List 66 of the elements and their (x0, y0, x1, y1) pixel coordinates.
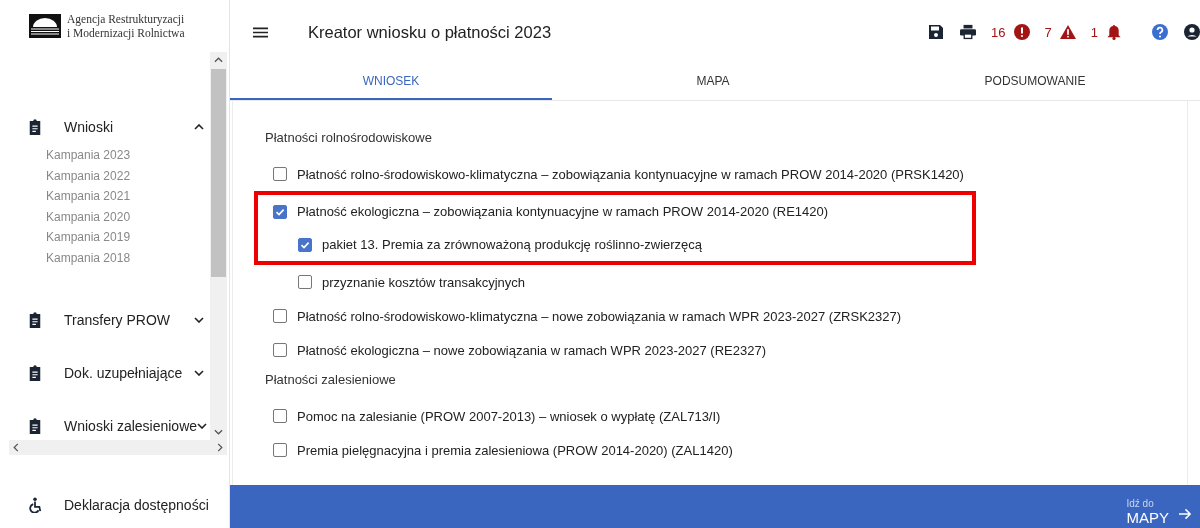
option-label: pakiet 13. Premia za zrównoważoną produkcję roślinno-zwierzęcą (322, 237, 703, 252)
clipboard-icon (28, 312, 42, 328)
agency-name: Agencja Restrukturyzacji (67, 12, 185, 26)
clipboard-icon (28, 365, 42, 381)
clipboard-icon (28, 418, 42, 434)
tab[interactable]: PODSUMOWANIE (874, 64, 1196, 100)
section-heading: Płatności zalesieniowe (265, 371, 397, 389)
wheelchair-icon (28, 497, 42, 513)
checkbox[interactable] (298, 237, 312, 252)
option-label: Płatność ekologiczna – zobowiązania kontynuacyjne w ramach PROW 2014-2020 (RE1420) (297, 204, 829, 219)
counter-text: 16 (991, 24, 1006, 40)
checkbox[interactable] (298, 275, 312, 289)
help-icon[interactable] (1152, 24, 1168, 40)
next-step-bar[interactable]: Idź do MAPY (230, 485, 1200, 528)
chevron-icon (194, 370, 204, 376)
option-label: przyznanie kosztów transakcyjnych (322, 274, 526, 290)
chevron-icon (194, 124, 204, 130)
checkbox[interactable] (273, 167, 287, 181)
agency-logo-icon (29, 14, 61, 38)
menu-icon[interactable] (253, 26, 268, 38)
campaign-link[interactable]: Kampania 2020 (46, 206, 210, 227)
horizontal-scrollbar[interactable] (9, 440, 227, 455)
save-icon[interactable] (928, 24, 945, 40)
scroll-up-icon[interactable] (214, 57, 223, 63)
campaign-link[interactable]: Kampania 2023 (46, 145, 210, 166)
scroll-left-icon[interactable] (13, 443, 19, 452)
nav-menu-item[interactable]: Transfery PROW (0, 308, 210, 332)
option-label: Płatność rolno-środowiskowo-klimatyczna – nowe zobowiązania w ramach WPR 2023-2027 (ZRSK2327) (297, 308, 902, 324)
chevron-icon (197, 423, 208, 429)
option-label: Płatność rolno-środowiskowo-klimatyczna – zobowiązania kontynuacyjne w ramach PROW 2014-2020 (PRSK1420) (297, 166, 964, 182)
warning-icon[interactable] (1059, 24, 1076, 40)
tab[interactable]: MAPA (552, 64, 874, 100)
checkbox[interactable] (273, 443, 287, 457)
option-label: Premia pielęgnacyjna i premia zalesieniowa (PROW 2014-2020) (ZAL1420) (297, 442, 733, 458)
checkbox[interactable] (273, 309, 287, 323)
checkbox[interactable] (273, 204, 287, 219)
counter-text: 7 (1044, 24, 1052, 40)
checkbox[interactable] (273, 409, 287, 423)
campaign-link[interactable]: Kampania 2021 (46, 186, 210, 207)
counter-text: 1 (1090, 24, 1098, 40)
arrow-right-icon (1179, 508, 1192, 520)
option-label: Pomoc na zalesianie (PROW 2007-2013) – wniosek o wypłatę (ZAL713/I) (297, 408, 721, 424)
section-heading: Płatności rolnośrodowiskowe (265, 129, 433, 147)
go-to-caption: Idź do (1126, 498, 1154, 509)
account-icon[interactable] (1184, 24, 1200, 40)
vertical-scrollbar[interactable] (210, 52, 227, 440)
nav-menu-item[interactable]: Dok. uzupełniające (0, 361, 210, 385)
campaign-link[interactable]: Kampania 2022 (46, 165, 210, 186)
scroll-down-icon[interactable] (214, 429, 223, 435)
print-icon[interactable] (960, 24, 977, 40)
error-icon[interactable] (1013, 24, 1030, 40)
scroll-right-icon[interactable] (217, 443, 223, 452)
nav-menu-item[interactable]: Wnioski zalesieniowe (0, 414, 210, 438)
nav-menu-item[interactable]: Wnioski (0, 115, 210, 139)
agency-name: i Modernizacji Rolnictwa (67, 26, 185, 40)
chevron-icon (194, 317, 204, 323)
go-to-target: MAPY (1126, 509, 1169, 526)
option-label: Płatność ekologiczna – nowe zobowiązania w ramach WPR 2023-2027 (RE2327) (297, 342, 766, 358)
bell-icon[interactable] (1106, 24, 1122, 40)
checkbox[interactable] (273, 343, 287, 357)
campaign-link[interactable]: Kampania 2018 (46, 247, 210, 268)
tab[interactable]: WNIOSEK (230, 64, 552, 100)
clipboard-icon (28, 119, 42, 135)
accessibility-link[interactable]: Deklaracja dostępności (0, 488, 229, 522)
campaign-link[interactable]: Kampania 2019 (46, 227, 210, 248)
page-title: Kreator wniosku o płatności 2023 (308, 22, 552, 42)
